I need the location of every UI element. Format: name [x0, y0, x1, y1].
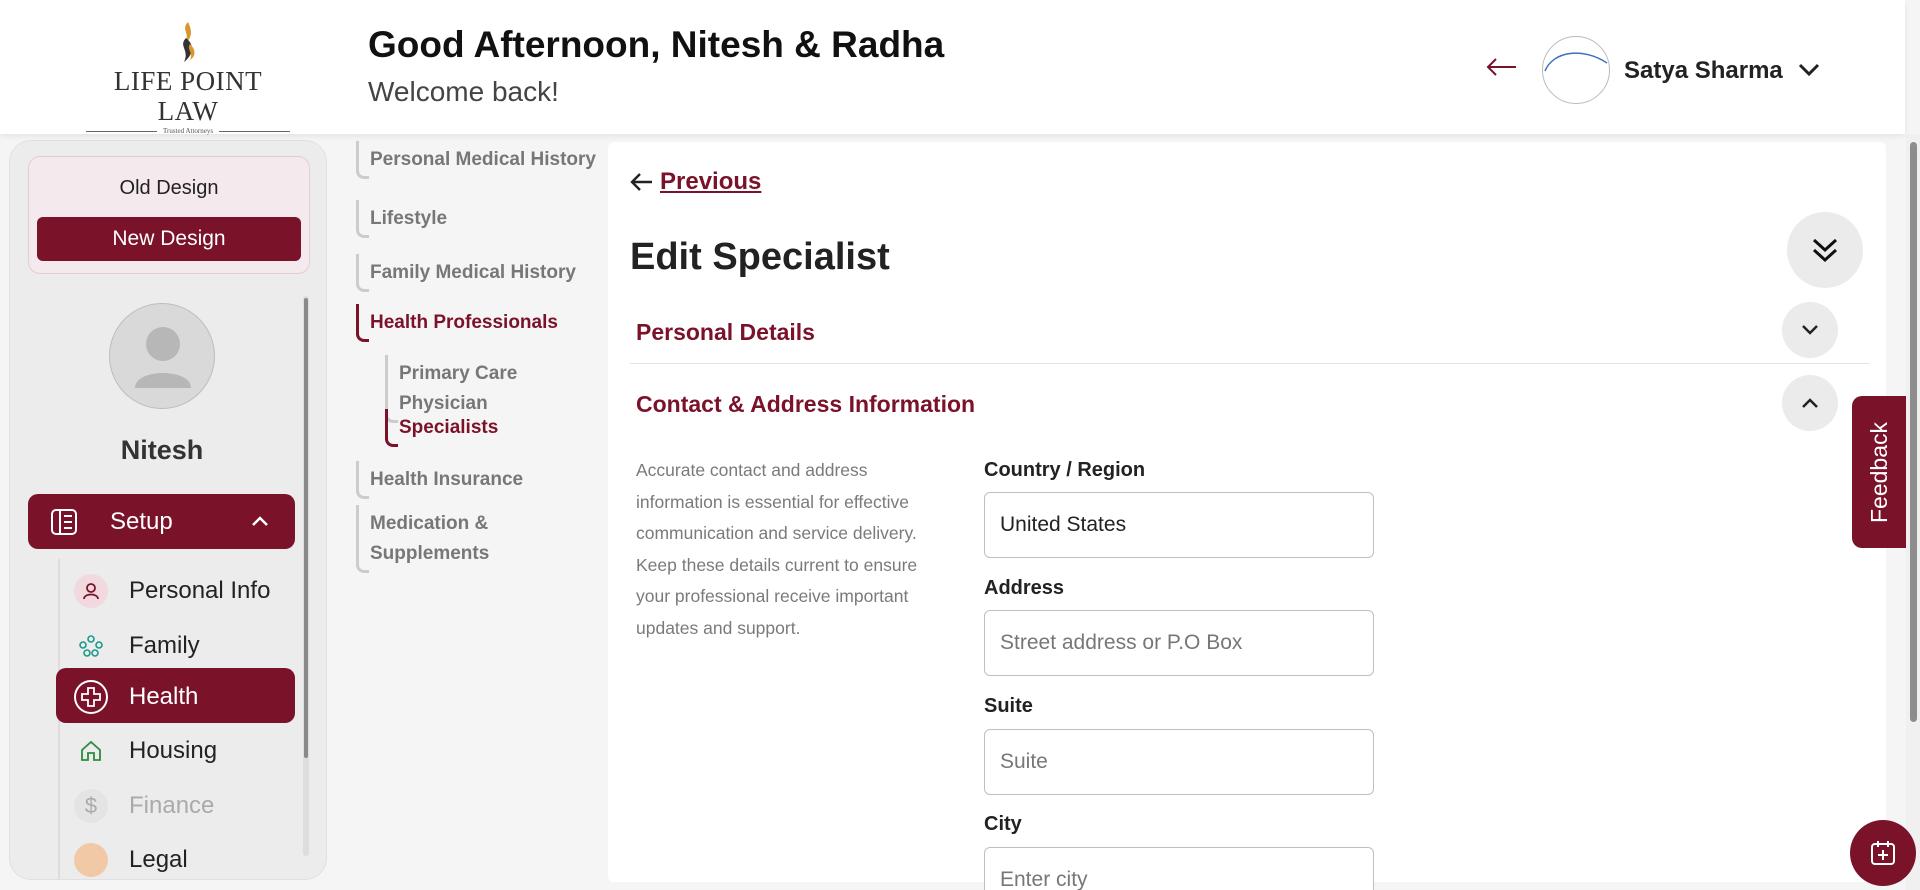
step-family-medical-history[interactable]: Family Medical History [356, 254, 576, 292]
default-user-icon [135, 327, 191, 388]
sidebar-item-label: Finance [129, 792, 215, 819]
person-icon [74, 574, 108, 608]
old-design-button[interactable]: Old Design [29, 177, 309, 200]
greeting-subtitle: Welcome back! [368, 76, 559, 107]
sidebar-item-legal[interactable]: Legal [56, 831, 295, 879]
design-switcher: Old Design New Design [28, 156, 310, 274]
user-avatar[interactable] [1542, 36, 1610, 104]
app-header: LIFE POINT LAW Trusted Attorneys Good Af… [0, 0, 1905, 135]
suite-label: Suite [984, 695, 1033, 717]
sidebar-item-housing[interactable]: Housing [56, 722, 295, 777]
sidebar-item-label: Health [129, 683, 199, 710]
chevron-up-icon [1802, 398, 1818, 408]
section-divider [630, 363, 1870, 364]
logo-text: LIFE POINT LAW [113, 66, 263, 126]
previous-link[interactable]: Previous [630, 168, 761, 196]
address-field[interactable] [984, 610, 1374, 676]
logo-tagline-text: Trusted Attorneys [162, 127, 214, 135]
health-stepper: Personal Medical History Lifestyle Famil… [340, 140, 610, 880]
city-field[interactable] [984, 847, 1374, 890]
dollar-icon: $ [74, 789, 108, 823]
sidebar-item-label: Legal [129, 846, 188, 873]
setup-menu-toggle[interactable]: Setup [28, 494, 295, 549]
previous-label: Previous [660, 168, 762, 195]
country-label: Country / Region [984, 459, 1146, 481]
profile-avatar[interactable] [109, 303, 215, 409]
logo-flame-icon [183, 22, 195, 62]
country-field[interactable] [984, 492, 1374, 558]
step-primary-care-physician[interactable]: Primary Care Physician [385, 355, 610, 423]
step-personal-medical-history[interactable]: Personal Medical History [356, 141, 596, 179]
sidebar-item-label: Family [129, 632, 200, 659]
personal-details-toggle[interactable] [1782, 302, 1838, 358]
page-title: Edit Specialist [630, 236, 890, 278]
arrow-left-icon [630, 173, 652, 191]
step-specialists[interactable]: Specialists [384, 409, 498, 447]
add-note-button[interactable] [1850, 820, 1916, 886]
suite-field[interactable] [984, 729, 1374, 795]
sidebar-item-finance[interactable]: $ Finance [56, 777, 295, 832]
collapse-all-button[interactable] [1787, 212, 1863, 288]
feedback-label: Feedback [1865, 421, 1892, 523]
family-icon [74, 629, 108, 663]
step-health-professionals[interactable]: Health Professionals [356, 304, 558, 342]
greeting-title: Good Afternoon, Nitesh & Radha [368, 24, 945, 65]
step-lifestyle[interactable]: Lifestyle [355, 200, 447, 238]
feedback-tab[interactable]: Feedback [1852, 396, 1906, 548]
chevron-down-icon[interactable] [1796, 60, 1822, 80]
contact-description: Accurate contact and address information… [636, 460, 918, 638]
user-name[interactable]: Satya Sharma [1624, 57, 1783, 85]
sidebar-item-label: Housing [129, 737, 218, 764]
house-icon [74, 734, 108, 768]
setup-label: Setup [110, 508, 173, 535]
new-design-button[interactable]: New Design [37, 217, 301, 261]
book-icon [51, 509, 77, 535]
back-arrow-icon[interactable] [1486, 56, 1518, 78]
sidebar-item-label: Personal Info [129, 577, 271, 604]
chevron-down-icon [1802, 325, 1818, 335]
avatar-arc-icon [1544, 52, 1608, 72]
company-logo[interactable]: LIFE POINT LAW Trusted Attorneys [86, 20, 291, 135]
step-medication-supplements[interactable]: Medication & Supplements [356, 505, 530, 573]
logo-tagline: Trusted Attorneys [86, 127, 291, 135]
section-contact-address[interactable]: Contact & Address Information [636, 391, 975, 418]
health-plus-icon [74, 680, 108, 714]
sidebar-item-health[interactable]: Health [56, 668, 295, 723]
chevron-up-icon [252, 516, 268, 526]
sidebar-item-personal-info[interactable]: Personal Info [56, 562, 295, 617]
sidebar-scroll-thumb[interactable] [304, 298, 308, 758]
double-chevron-down-icon [1812, 238, 1838, 263]
main-panel: Previous Edit Specialist Personal Detail… [608, 142, 1886, 890]
sidebar: Old Design New Design Nitesh Setup Perso… [9, 140, 327, 880]
address-label: Address [984, 577, 1065, 599]
profile-name: Nitesh [120, 435, 204, 465]
page-scroll-thumb[interactable] [1910, 142, 1917, 722]
step-health-insurance[interactable]: Health Insurance [355, 461, 523, 499]
sidebar-item-family[interactable]: Family [56, 617, 295, 672]
contact-address-toggle[interactable] [1782, 375, 1838, 431]
calendar-plus-icon [1871, 841, 1895, 865]
section-personal-details[interactable]: Personal Details [636, 319, 815, 346]
city-label: City [984, 813, 1022, 835]
legal-icon [74, 843, 108, 877]
